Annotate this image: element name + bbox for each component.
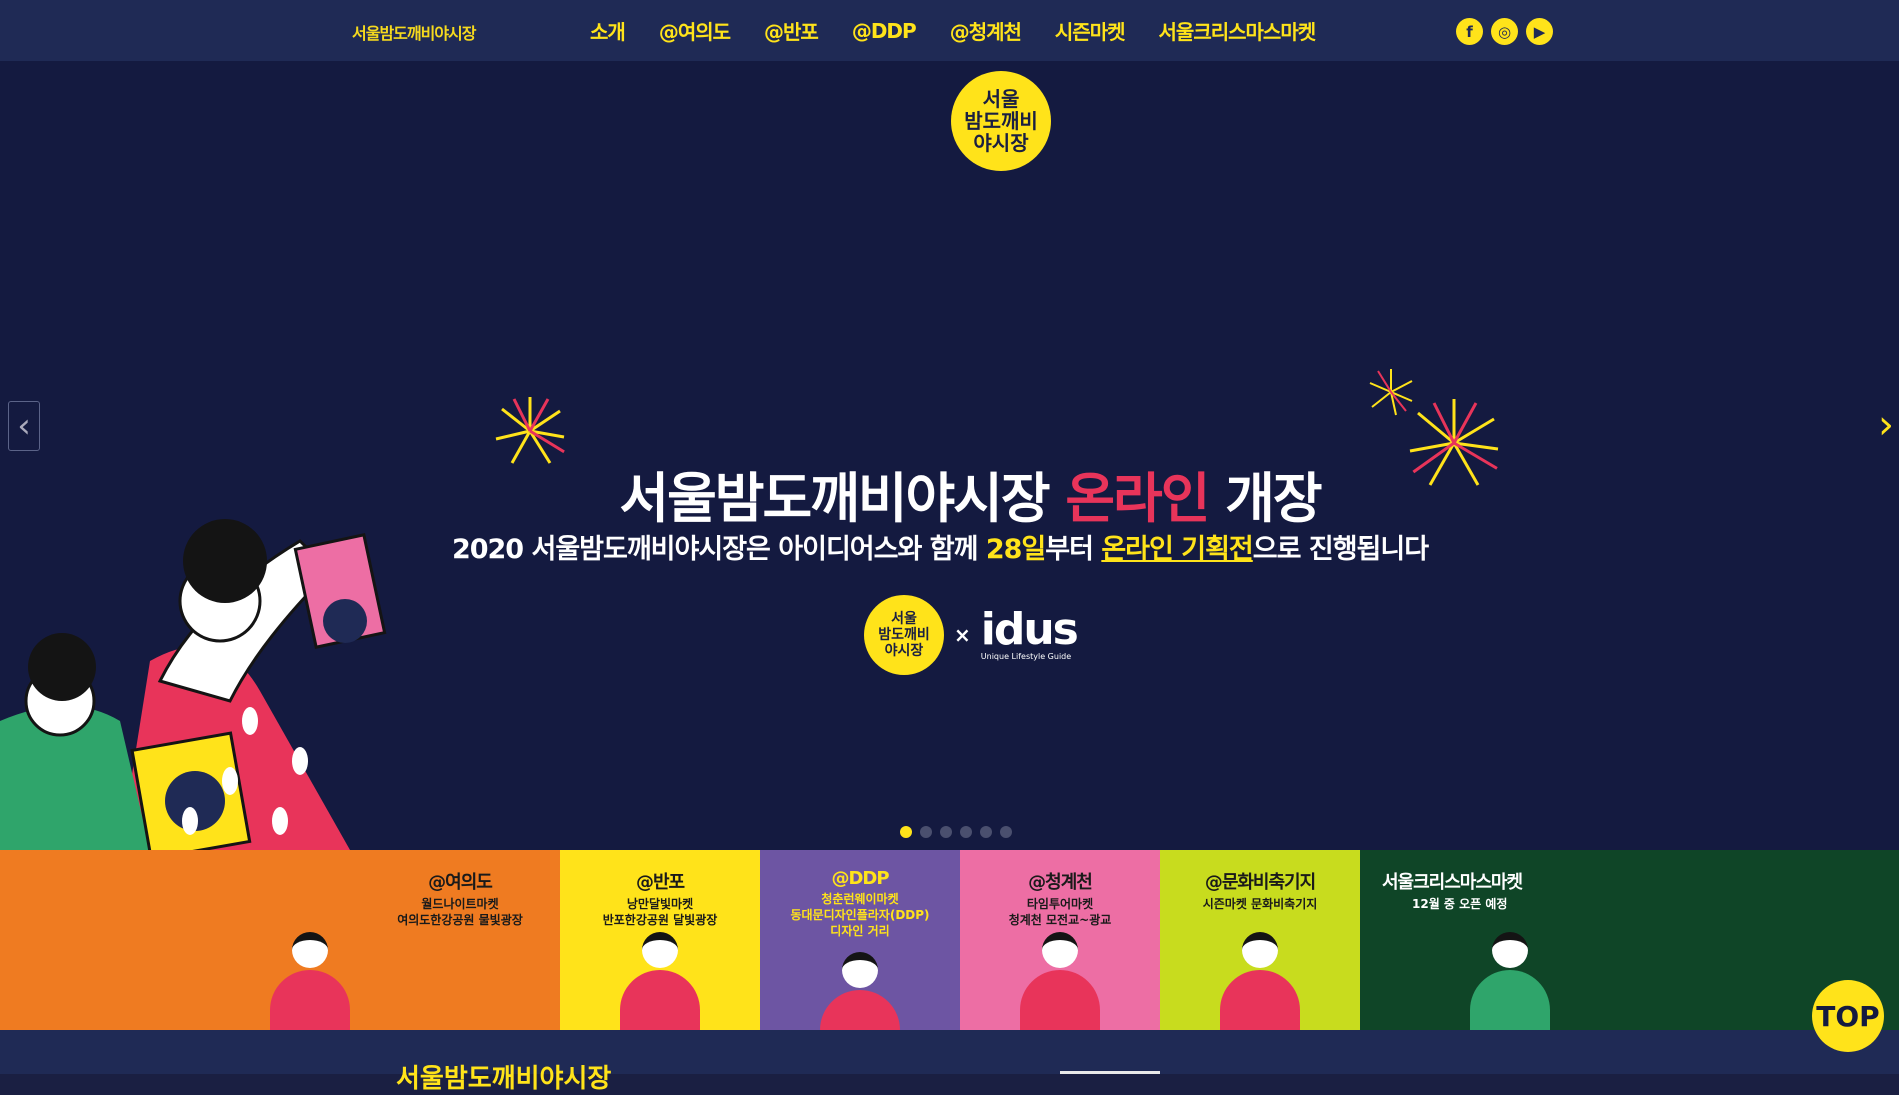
headline-end: 개장 — [1208, 467, 1322, 530]
slider-prev-button[interactable]: ‹ — [8, 401, 40, 451]
slider-dot[interactable] — [940, 826, 952, 838]
tile-culture-depot[interactable]: @문화비축기지 시즌마켓 문화비축기지 — [1160, 850, 1360, 1030]
slider-dot[interactable] — [960, 826, 972, 838]
slider-pagination — [900, 826, 1012, 838]
tile-yeouido[interactable]: @여의도 월드나이트마켓 여의도한강공원 물빛광장 — [0, 850, 560, 1030]
hero-subline: 2020 서울밤도깨비야시장은 아이디어스와 함께 28일부터 온라인 기획전으… — [380, 527, 1500, 566]
firework-icon — [1369, 369, 1413, 416]
tile-character-head — [1042, 932, 1078, 968]
collab-logos: 서울 밤도깨비 야시장 × idus Unique Lifestyle Guide — [864, 595, 1079, 675]
idus-name: idus — [980, 604, 1079, 655]
subline-date: 28일 — [985, 534, 1046, 565]
hero-headline: 서울밤도깨비야시장 온라인 개장 — [440, 454, 1500, 533]
social-links: f ◎ ▶ — [1456, 18, 1553, 45]
site-logo[interactable]: 서울밤도깨비야시장 — [352, 20, 476, 44]
intro-section: 서울밤도깨비야시장 — [0, 1030, 1899, 1094]
tile-ddp[interactable]: @DDP 청춘런웨이마켓 동대문디자인플라자(DDP) 디자인 거리 — [760, 850, 960, 1030]
headline-online: 온라인 — [1065, 467, 1210, 530]
tile-title: @문화비축기지 — [1204, 872, 1316, 893]
top-navigation: 서울밤도깨비야시장 소개 @여의도 @반포 @DDP @청계천 시즌마켓 서울크… — [0, 0, 1899, 61]
menu-item-yeouido[interactable]: @여의도 — [659, 16, 731, 45]
subline-part-3: 으로 진행됩니다 — [1252, 534, 1429, 565]
tile-subtitle: 시즌마켓 문화비축기지 — [1202, 897, 1318, 911]
slider-dot[interactable] — [900, 826, 912, 838]
subline-part-1: 2020 서울밤도깨비야시장은 아이디어스와 함께 — [451, 534, 986, 565]
tile-character — [1020, 970, 1100, 1030]
tile-title: @반포 — [635, 872, 685, 893]
idus-logo: idus Unique Lifestyle Guide — [980, 608, 1079, 662]
tile-character-head — [1492, 932, 1528, 968]
tile-cheonggyecheon[interactable]: @청계천 타임투어마켓 청계천 모전교~광교 — [960, 850, 1160, 1030]
character-illustration — [0, 519, 387, 850]
tile-subtitle: 월드나이트마켓 여의도한강공원 물빛광장 — [397, 897, 523, 927]
headline-main: 서울밤도깨비야시장 — [619, 467, 1066, 530]
tile-title: 서울크리스마스마켓 — [1382, 872, 1523, 893]
tile-character-head — [642, 932, 678, 968]
tile-character — [820, 990, 900, 1030]
scroll-top-button[interactable]: TOP — [1812, 980, 1884, 1052]
subline-part-2: 부터 — [1045, 534, 1102, 565]
intro-title: 서울밤도깨비야시장 — [396, 1064, 612, 1094]
tile-title: @DDP — [831, 868, 889, 889]
main-menu: 소개 @여의도 @반포 @DDP @청계천 시즌마켓 서울크리스마스마켓 — [590, 0, 1317, 61]
tile-character-head — [1242, 932, 1278, 968]
tile-character-head — [842, 952, 878, 988]
slider-dot[interactable] — [920, 826, 932, 838]
tile-character — [1220, 970, 1300, 1030]
menu-item-ddp[interactable]: @DDP — [852, 19, 917, 43]
instagram-icon[interactable]: ◎ — [1491, 18, 1518, 45]
youtube-icon[interactable]: ▶ — [1526, 18, 1553, 45]
tile-subtitle: 타임투어마켓 청계천 모전교~광교 — [1008, 897, 1112, 927]
tile-character-head — [292, 932, 328, 968]
menu-item-intro[interactable]: 소개 — [590, 16, 626, 45]
tile-banpo[interactable]: @반포 낭만달빛마켓 반포한강공원 달빛광장 — [560, 850, 760, 1030]
market-badge: 서울 밤도깨비 야시장 — [864, 595, 944, 675]
hero-logo: 서울 밤도깨비 야시장 — [951, 71, 1051, 171]
slider-next-button[interactable]: › — [1878, 401, 1898, 449]
market-tiles: @여의도 월드나이트마켓 여의도한강공원 물빛광장 @반포 낭만달빛마켓 반포한… — [0, 850, 1899, 1030]
menu-item-christmas-market[interactable]: 서울크리스마스마켓 — [1159, 16, 1317, 45]
tile-character — [1470, 970, 1550, 1030]
menu-item-banpo[interactable]: @반포 — [764, 16, 819, 45]
slider-dot[interactable] — [1000, 826, 1012, 838]
menu-item-season-market[interactable]: 시즌마켓 — [1055, 16, 1126, 45]
market-badge-text: 서울 밤도깨비 야시장 — [878, 611, 930, 659]
hero-logo-text: 서울 밤도깨비 야시장 — [964, 87, 1038, 155]
idus-tagline: Unique Lifestyle Guide — [980, 652, 1072, 661]
tile-title: @청계천 — [1028, 872, 1093, 893]
tile-subtitle: 낭만달빛마켓 반포한강공원 달빛광장 — [602, 897, 718, 927]
slider-dot[interactable] — [980, 826, 992, 838]
tile-subtitle: 12월 중 오픈 예정 — [1412, 897, 1508, 911]
times-sign: × — [954, 623, 971, 647]
hero-slider: 서울 밤도깨비 야시장 ‹ › 서울밤도깨비야시장 온라인 개장 2020 서울… — [0, 61, 1899, 850]
facebook-icon[interactable]: f — [1456, 18, 1483, 45]
tile-character — [270, 970, 350, 1030]
menu-item-cheonggyecheon[interactable]: @청계천 — [950, 16, 1022, 45]
subline-online-link: 온라인 기획전 — [1101, 534, 1253, 565]
tile-character — [620, 970, 700, 1030]
tile-title: @여의도 — [428, 872, 493, 893]
tile-subtitle: 청춘런웨이마켓 동대문디자인플라자(DDP) 디자인 거리 — [790, 892, 930, 938]
